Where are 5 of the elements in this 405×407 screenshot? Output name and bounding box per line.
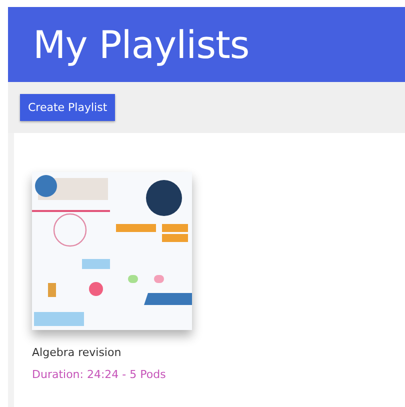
page-title: My Playlists [33,22,250,66]
thumbnail-image[interactable] [32,172,192,330]
playlist-title[interactable]: Algebra revision [32,346,122,359]
playlist-duration: Duration: 24:24 - 5 Pods [32,368,166,381]
create-playlist-button[interactable]: Create Playlist [20,94,116,121]
